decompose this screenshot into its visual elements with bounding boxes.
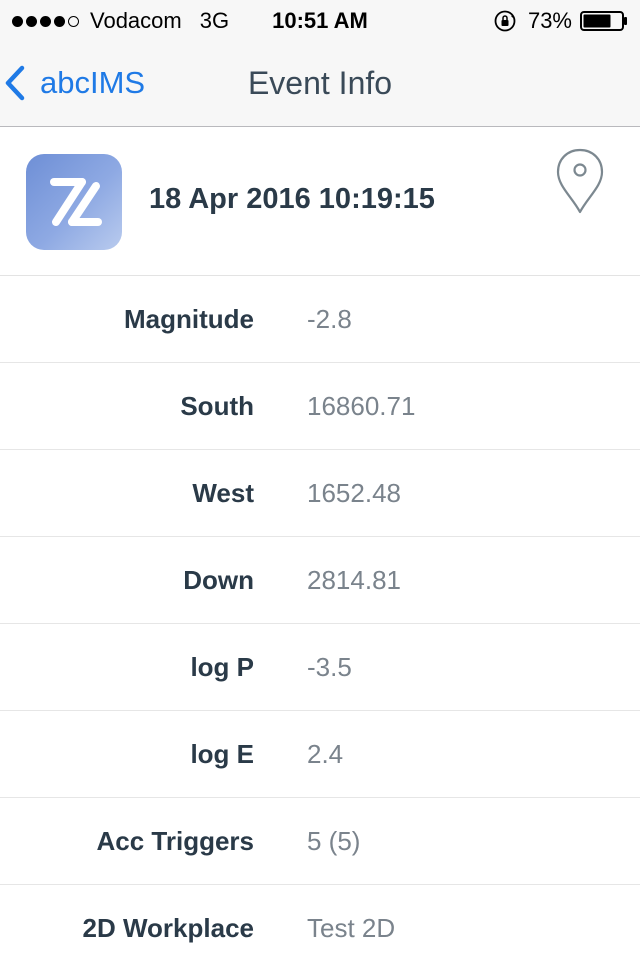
- detail-label: Acc Triggers: [96, 826, 254, 856]
- detail-row-log-p: log P -3.5: [0, 624, 640, 711]
- event-header: 18 Apr 2016 10:19:15: [0, 127, 640, 276]
- navigation-bar: abcIMS Event Info: [0, 40, 640, 126]
- details-list: Magnitude -2.8 South 16860.71 West 1652.…: [0, 276, 640, 971]
- back-button[interactable]: abcIMS: [0, 40, 145, 126]
- detail-row-west: West 1652.48: [0, 450, 640, 537]
- orientation-lock-icon: [494, 10, 516, 32]
- detail-row-down: Down 2814.81: [0, 537, 640, 624]
- battery-icon: [580, 11, 627, 31]
- status-right: 73%: [494, 8, 628, 34]
- event-datetime: 18 Apr 2016 10:19:15: [149, 183, 435, 215]
- detail-value: Test 2D: [307, 913, 396, 943]
- detail-label: South: [180, 391, 254, 421]
- detail-value: -3.5: [307, 652, 352, 682]
- top-bar: Vodacom 3G 10:51 AM 73% abcIMS Event Inf…: [0, 0, 640, 127]
- chevron-left-icon: [5, 65, 25, 101]
- detail-value: 2.4: [307, 739, 344, 769]
- detail-row-acc-triggers: Acc Triggers 5 (5): [0, 798, 640, 885]
- detail-row-magnitude: Magnitude -2.8: [0, 276, 640, 363]
- detail-row-log-e: log E 2.4: [0, 711, 640, 798]
- detail-label: log E: [190, 739, 254, 769]
- detail-value: 5 (5): [307, 826, 361, 856]
- detail-label: Down: [183, 565, 254, 595]
- detail-label: 2D Workplace: [82, 913, 254, 943]
- detail-row-2d-workplace: 2D Workplace Test 2D: [0, 885, 640, 971]
- detail-label: Magnitude: [124, 304, 254, 334]
- back-label: abcIMS: [40, 65, 146, 100]
- detail-value: 16860.71: [307, 391, 416, 421]
- detail-value: 1652.48: [307, 478, 401, 508]
- detail-label: West: [192, 478, 254, 508]
- detail-value: -2.8: [307, 304, 352, 334]
- battery-percent: 73%: [527, 8, 572, 33]
- status-bar: Vodacom 3G 10:51 AM 73%: [0, 0, 640, 40]
- detail-row-south: South 16860.71: [0, 363, 640, 450]
- detail-value: 2814.81: [307, 565, 401, 595]
- location-pin-icon[interactable]: [554, 147, 606, 215]
- detail-label: log P: [190, 652, 254, 682]
- app-logo-icon: [26, 154, 122, 250]
